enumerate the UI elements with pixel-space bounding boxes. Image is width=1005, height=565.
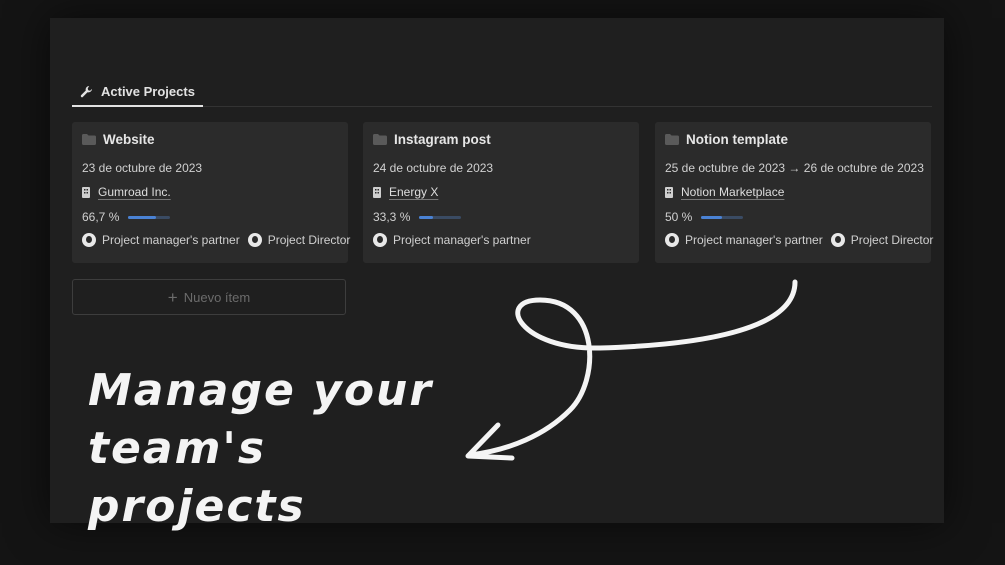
progress-bar (128, 215, 171, 219)
card-title: Instagram post (373, 132, 491, 147)
new-item-label: Nuevo ítem (183, 289, 251, 305)
person[interactable]: Project Director (247, 233, 351, 247)
project-card[interactable]: Notion template 25 de octubre de 2023 → … (655, 122, 933, 263)
caption-line-1: Manage your (88, 365, 434, 416)
avatar (665, 233, 679, 247)
progress-fill (419, 215, 434, 219)
project-title: Website (103, 132, 155, 147)
person[interactable]: Project manager's partner (82, 233, 240, 247)
people-list: Project manager's partner Project Direct… (82, 233, 350, 247)
project-client[interactable]: Energy X (373, 185, 438, 199)
person-name: Project Director (267, 233, 351, 247)
progress: 66,7 % (82, 210, 171, 224)
client-name[interactable]: Notion Marketplace (681, 185, 784, 199)
progress: 50 % (665, 210, 744, 224)
avatar (82, 233, 96, 247)
person-name: Project manager's partner (102, 233, 240, 247)
project-date: 24 de octubre de 2023 (373, 161, 494, 175)
project-title: Instagram post (394, 132, 491, 147)
card-title: Website (82, 132, 155, 147)
client-name[interactable]: Energy X (389, 185, 438, 199)
caption-line-2: team's projects (88, 423, 306, 532)
project-title: Notion template (686, 132, 789, 147)
wrench-icon (80, 85, 92, 97)
progress-bar (701, 215, 744, 219)
building-icon (373, 186, 381, 198)
new-item-button[interactable]: + Nuevo ítem (72, 279, 346, 315)
avatar (830, 233, 845, 247)
card-title: Notion template (665, 132, 788, 147)
progress-fill (128, 215, 157, 219)
folder-icon (82, 134, 96, 145)
progress-fill (701, 215, 723, 219)
person-name: Project manager's partner (685, 233, 823, 247)
person[interactable]: Project Director (830, 233, 934, 247)
people-list: Project manager's partner Project Direct… (665, 233, 933, 247)
client-name[interactable]: Gumroad Inc. (98, 185, 171, 199)
tab-label: Active Projects (101, 84, 195, 99)
project-card[interactable]: Website 23 de octubre de 2023 Gumroad In… (72, 122, 350, 263)
progress-bar (419, 215, 462, 219)
person-name: Project manager's partner (393, 233, 531, 247)
progress-label: 33,3 % (373, 210, 411, 224)
person[interactable]: Project manager's partner (373, 233, 531, 247)
building-icon (665, 186, 673, 198)
folder-icon (665, 134, 679, 145)
progress-label: 66,7 % (82, 210, 120, 224)
project-date: 23 de octubre de 2023 (82, 161, 203, 175)
people-list: Project manager's partner (373, 233, 531, 247)
avatar (247, 233, 262, 247)
tab-active-projects[interactable]: Active Projects (72, 78, 203, 107)
person[interactable]: Project manager's partner (665, 233, 823, 247)
progress: 33,3 % (373, 210, 462, 224)
project-card[interactable]: Instagram post 24 de octubre de 2023 Ene… (363, 122, 639, 263)
project-client[interactable]: Gumroad Inc. (82, 185, 171, 199)
project-client[interactable]: Notion Marketplace (665, 185, 784, 199)
view-tabbar: Active Projects (72, 78, 932, 107)
caption: Manage your team's projects (88, 362, 468, 536)
project-date: 25 de octubre de 2023 → 26 de octubre de… (665, 161, 924, 175)
plus-icon: + (167, 287, 178, 307)
avatar (373, 233, 387, 247)
progress-label: 50 % (665, 210, 693, 224)
folder-icon (373, 134, 387, 145)
person-name: Project Director (850, 233, 934, 247)
building-icon (82, 186, 90, 198)
